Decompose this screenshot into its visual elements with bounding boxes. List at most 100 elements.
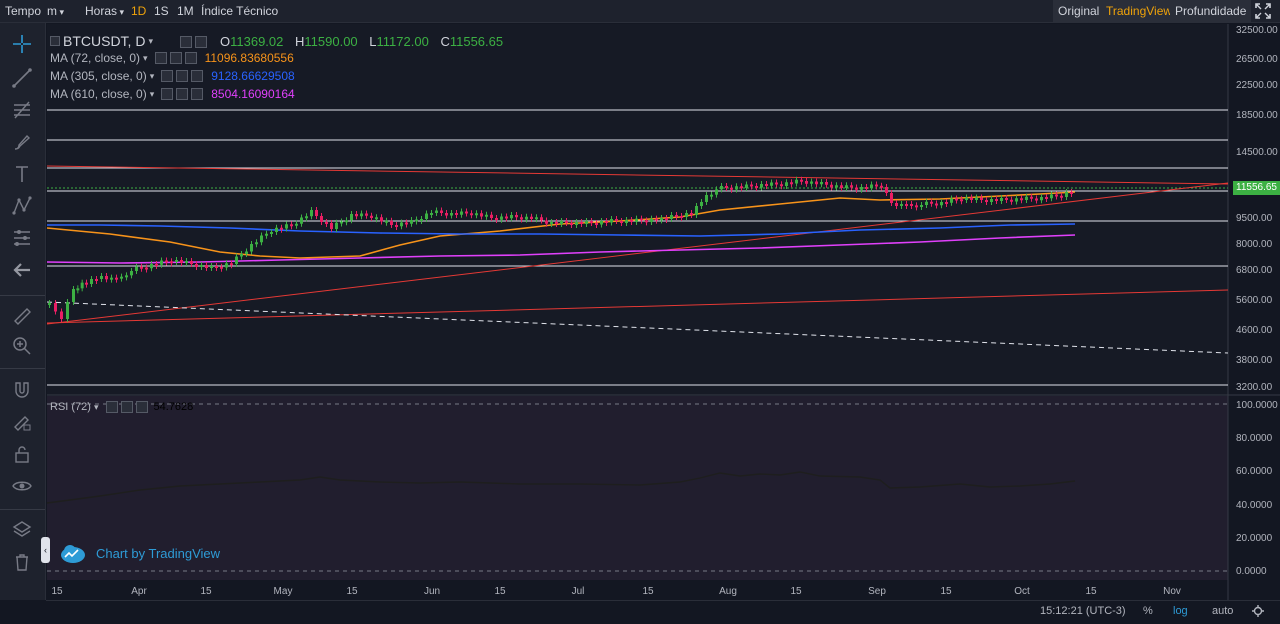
candle xyxy=(740,186,743,189)
chevron-down-icon[interactable]: ▾ xyxy=(150,71,155,82)
candle xyxy=(365,213,368,216)
chevron-down-icon[interactable]: ▾ xyxy=(94,402,99,413)
candle xyxy=(300,217,303,224)
ma305-label: MA (305, close, 0) xyxy=(50,69,147,83)
visibility-icon[interactable] xyxy=(180,36,192,48)
close-icon[interactable] xyxy=(191,88,204,100)
visibility-icon[interactable] xyxy=(105,401,118,413)
candle xyxy=(665,218,668,220)
time-tick-label: 15 xyxy=(1085,586,1097,597)
candle xyxy=(420,219,423,221)
price-tick-label: 9500.00 xyxy=(1236,213,1273,224)
candle xyxy=(340,221,343,224)
rsi-tick-label: 20.0000 xyxy=(1236,533,1273,544)
candle xyxy=(1010,199,1013,202)
time-tick-label: Sep xyxy=(868,586,886,597)
candle xyxy=(180,260,183,263)
close-icon[interactable] xyxy=(184,52,197,64)
settings-icon[interactable] xyxy=(195,36,207,48)
candle xyxy=(915,205,918,208)
ma72-legend[interactable]: MA (72, close, 0) ▾ 11096.83680556 xyxy=(50,51,294,65)
candle xyxy=(865,187,868,189)
ma72-label: MA (72, close, 0) xyxy=(50,51,141,65)
candle xyxy=(1005,198,1008,200)
visibility-icon[interactable] xyxy=(161,88,174,100)
candle xyxy=(375,217,378,220)
candle xyxy=(730,187,733,190)
chevron-down-icon[interactable]: ▾ xyxy=(143,53,148,64)
time-tick-label: 15 xyxy=(346,586,358,597)
candle xyxy=(700,202,703,206)
cloud-icon xyxy=(61,545,85,563)
candle xyxy=(780,184,783,187)
watermark-text: Chart by TradingView xyxy=(96,545,221,561)
visibility-icon[interactable] xyxy=(161,70,174,82)
price-tick-label: 6800.00 xyxy=(1236,265,1273,276)
chevron-down-icon[interactable]: ▾ xyxy=(150,89,155,100)
candle xyxy=(615,219,618,221)
candle xyxy=(650,218,653,222)
candle xyxy=(975,197,978,200)
collapse-toolbar-button[interactable]: ‹ xyxy=(41,537,50,563)
close-icon[interactable] xyxy=(191,70,204,82)
chevron-down-icon[interactable]: ▾ xyxy=(148,36,153,47)
candle xyxy=(565,221,568,223)
candle xyxy=(995,199,998,201)
visibility-icon[interactable] xyxy=(154,52,167,64)
candle xyxy=(215,266,218,268)
candle xyxy=(345,220,348,223)
candle xyxy=(1035,198,1038,201)
candle xyxy=(395,225,398,227)
candle xyxy=(175,260,178,262)
candle xyxy=(860,187,863,190)
auto-scale-button[interactable]: auto xyxy=(1212,601,1233,621)
candle xyxy=(1050,194,1053,199)
time-tick-label: 15 xyxy=(494,586,506,597)
time-tick-label: Oct xyxy=(1014,586,1030,597)
candle xyxy=(225,263,228,268)
candle xyxy=(335,222,338,229)
candle xyxy=(985,200,988,202)
candle xyxy=(105,276,108,280)
candle xyxy=(960,199,963,202)
close-icon[interactable] xyxy=(135,401,148,413)
symbol-legend[interactable]: BTCUSDT, D ▾ xyxy=(50,33,157,49)
candle xyxy=(460,211,463,215)
candle xyxy=(390,220,393,225)
candle xyxy=(795,179,798,184)
ma610-legend[interactable]: MA (610, close, 0) ▾ 8504.16090164 xyxy=(50,87,295,101)
candle xyxy=(125,275,128,278)
rsi-tick-label: 100.0000 xyxy=(1236,400,1278,411)
candle xyxy=(135,266,138,271)
candle xyxy=(405,222,408,225)
candle xyxy=(190,261,193,264)
candle xyxy=(415,219,418,222)
price-tick-label: 32500.00 xyxy=(1236,25,1278,36)
settings-icon[interactable] xyxy=(169,52,182,64)
log-scale-button[interactable]: log xyxy=(1173,601,1188,621)
candle xyxy=(755,186,758,188)
candle xyxy=(775,182,778,185)
time-tick-label: 15 xyxy=(642,586,654,597)
settings-icon[interactable] xyxy=(120,401,133,413)
candle xyxy=(95,279,98,281)
tradingview-watermark[interactable]: Chart by TradingView xyxy=(60,542,220,564)
settings-icon[interactable] xyxy=(176,70,189,82)
scale-settings-icon[interactable] xyxy=(1252,601,1264,621)
price-tick-label: 22500.00 xyxy=(1236,80,1278,91)
candle xyxy=(450,213,453,216)
candle xyxy=(495,218,498,220)
time-tick-label: 15 xyxy=(790,586,802,597)
candle xyxy=(895,203,898,206)
candle xyxy=(265,233,268,236)
settings-icon[interactable] xyxy=(176,88,189,100)
candle xyxy=(735,186,738,190)
candle xyxy=(455,213,458,215)
ma305-legend[interactable]: MA (305, close, 0) ▾ 9128.66629508 xyxy=(50,69,295,83)
candle xyxy=(920,205,923,207)
rsi-legend[interactable]: RSI (72) ▾ 54.7628 xyxy=(50,401,193,413)
candle xyxy=(1055,194,1058,197)
symbol-settings-icon[interactable] xyxy=(50,36,60,46)
percent-scale-button[interactable]: % xyxy=(1143,601,1153,621)
candle xyxy=(315,210,318,216)
